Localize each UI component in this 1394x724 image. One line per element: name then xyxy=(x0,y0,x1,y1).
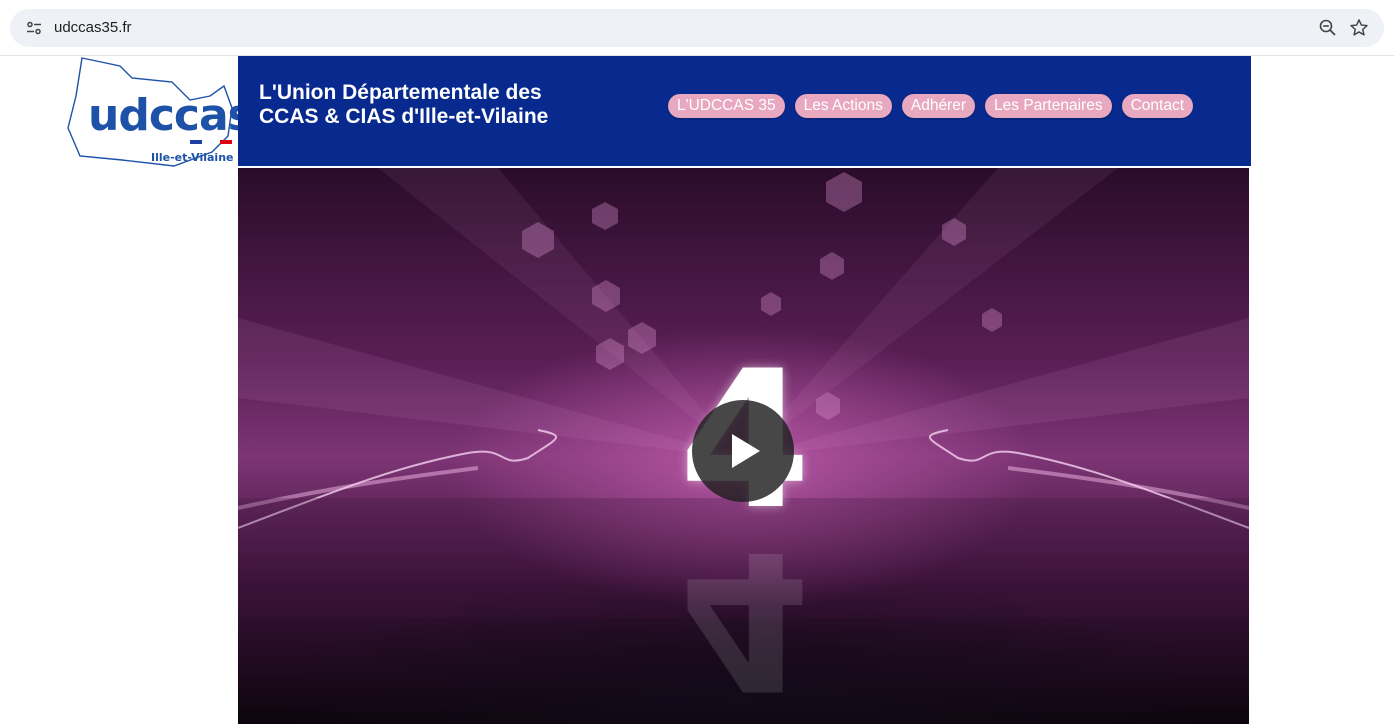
udccas-logo[interactable]: udccas Ille-et-Vilaine xyxy=(62,56,254,168)
nav-les-actions[interactable]: Les Actions xyxy=(794,94,892,118)
bookmark-star-icon[interactable] xyxy=(1348,17,1370,39)
logo-wordmark: udccas xyxy=(88,90,254,141)
zoom-icon[interactable] xyxy=(1318,18,1338,38)
logo-subtitle: Ille-et-Vilaine xyxy=(151,151,234,164)
nav-contact[interactable]: Contact xyxy=(1121,94,1193,118)
french-flag-icon xyxy=(190,140,232,144)
main-nav: L'UDCCAS 35 Les Actions Adhérer Les Part… xyxy=(668,94,1193,118)
nav-les-partenaires[interactable]: Les Partenaires xyxy=(985,94,1112,118)
site-title: L'Union Départementale des CCAS & CIAS d… xyxy=(259,81,619,129)
site-header: L'Union Départementale des CCAS & CIAS d… xyxy=(238,56,1251,166)
site-title-line-2: CCAS & CIAS d'Ille-et-Vilaine xyxy=(259,105,549,128)
url-text[interactable]: udccas35.fr xyxy=(54,19,132,36)
site-title-line-1: L'Union Départementale des xyxy=(259,81,542,104)
nav-adherer[interactable]: Adhérer xyxy=(901,94,976,118)
play-button[interactable] xyxy=(692,400,794,502)
site-info-icon[interactable] xyxy=(26,20,42,36)
intro-video[interactable]: 4 4 xyxy=(238,168,1249,724)
play-icon[interactable] xyxy=(728,432,762,470)
address-bar[interactable]: udccas35.fr xyxy=(10,9,1384,47)
countdown-digit-reflection: 4 xyxy=(678,509,812,724)
nav-udccas35[interactable]: L'UDCCAS 35 xyxy=(668,94,785,118)
